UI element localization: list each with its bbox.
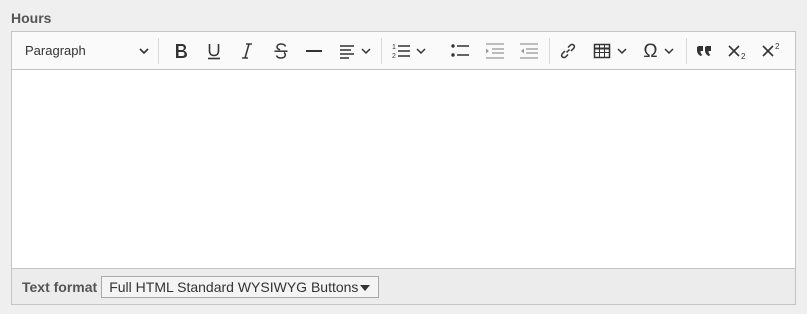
outdent-button[interactable]: [480, 36, 510, 66]
indent-button[interactable]: [514, 36, 544, 66]
special-characters-dropdown[interactable]: Ω: [636, 36, 682, 66]
editor-content-area[interactable]: [12, 70, 795, 268]
text-format-selected-value: Full HTML Standard WYSIWYG Buttons: [109, 278, 359, 295]
outdent-icon: [486, 43, 504, 59]
block-quote-button[interactable]: [689, 36, 719, 66]
underline-icon: [208, 44, 220, 60]
align-left-icon: [340, 45, 354, 59]
text-format-label: Text format: [22, 278, 98, 295]
superscript-button[interactable]: 2: [757, 36, 787, 66]
heading-dropdown[interactable]: Paragraph: [12, 32, 155, 69]
bold-button[interactable]: [166, 36, 196, 66]
field-label: Hours: [11, 10, 52, 26]
chevron-down-icon: [139, 48, 149, 55]
svg-text:2: 2: [392, 53, 396, 60]
toolbar-separator: [381, 38, 382, 64]
italic-button[interactable]: [232, 36, 262, 66]
strikethrough-button[interactable]: [266, 36, 296, 66]
rich-text-editor: Paragraph 1 2 Ω 2 2: [11, 31, 796, 269]
strikethrough-icon: [274, 43, 288, 59]
underline-button[interactable]: [199, 36, 229, 66]
link-button[interactable]: [553, 36, 583, 66]
chevron-down-icon: [361, 48, 371, 55]
editor-toolbar: Paragraph 1 2 Ω 2 2: [12, 32, 795, 70]
quote-icon: [697, 46, 711, 56]
toolbar-separator: [549, 38, 550, 64]
subscript-icon: 2: [728, 45, 746, 61]
horizontal-line-icon: [306, 50, 322, 52]
text-format-bar: Text format Full HTML Standard WYSIWYG B…: [11, 269, 796, 305]
numbered-list-icon: 1 2: [392, 44, 410, 60]
table-icon: [593, 43, 610, 59]
svg-text:1: 1: [392, 44, 396, 51]
bold-icon: [176, 44, 187, 58]
indent-icon: [520, 43, 538, 59]
bulleted-list-button[interactable]: [445, 36, 475, 66]
superscript-icon: 2: [762, 42, 780, 57]
link-icon: [560, 43, 576, 59]
chevron-down-icon: [416, 48, 426, 55]
toolbar-separator: [158, 38, 159, 64]
insert-table-dropdown[interactable]: [587, 36, 633, 66]
svg-text:2: 2: [741, 52, 746, 61]
chevron-down-icon: [664, 48, 674, 55]
italic-icon: [242, 43, 252, 59]
numbered-list-dropdown[interactable]: 1 2: [386, 36, 432, 66]
horizontal-line-button[interactable]: [299, 36, 329, 66]
toolbar-separator: [686, 38, 687, 64]
bulleted-list-icon: [451, 44, 469, 57]
heading-dropdown-value: Paragraph: [25, 43, 86, 58]
chevron-down-icon: [616, 48, 627, 55]
omega-icon: Ω: [643, 40, 658, 62]
svg-text:2: 2: [775, 42, 780, 51]
dropdown-arrow-icon: [360, 284, 371, 291]
subscript-button[interactable]: 2: [723, 36, 753, 66]
text-alignment-dropdown[interactable]: [332, 36, 378, 66]
text-format-select[interactable]: Full HTML Standard WYSIWYG Buttons: [101, 275, 380, 298]
